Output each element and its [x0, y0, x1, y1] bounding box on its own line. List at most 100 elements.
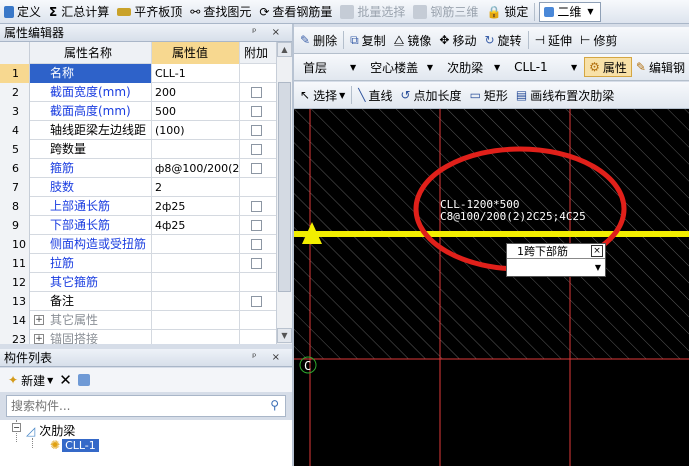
component-select[interactable]: CLL-1 ▼ [509, 57, 582, 77]
property-add [240, 140, 276, 159]
property-row[interactable]: 5 跨数量 [0, 140, 276, 159]
property-row[interactable]: 4 轴线距梁左边线距 (100) [0, 121, 276, 140]
property-value[interactable]: CLL-1 [152, 64, 240, 83]
property-row[interactable]: 13 备注 [0, 292, 276, 311]
align-slab-top-button[interactable]: 平齐板顶 [113, 1, 186, 23]
select-button[interactable]: ↖ 选择 ▼ [296, 84, 349, 106]
property-value[interactable]: 200 [152, 83, 240, 102]
scroll-up-icon[interactable]: ▲ [277, 42, 292, 57]
row-number: 12 [0, 273, 30, 292]
component-search: ⚲ [6, 395, 286, 417]
rectangle-button[interactable]: ▭ 矩形 [466, 84, 512, 106]
search-icon[interactable]: ⚲ [270, 398, 279, 412]
define-button[interactable]: 定义 [0, 1, 45, 23]
close-icon[interactable]: × [591, 245, 603, 257]
property-value[interactable]: 2 [152, 178, 240, 197]
rib-beam[interactable] [294, 231, 689, 237]
category-select[interactable]: 空心楼盖 ▼ [365, 57, 438, 77]
property-row[interactable]: 23 + 锚固搭接 [0, 330, 276, 344]
property-value[interactable] [152, 273, 240, 292]
property-name-text: 其它箍筋 [50, 275, 99, 289]
mirror-button[interactable]: ⧋ 镜像 [390, 29, 436, 51]
add-checkbox[interactable] [251, 258, 262, 269]
property-value[interactable] [152, 235, 240, 254]
tree-node-child[interactable]: ✺ CLL-1 [50, 438, 99, 452]
property-value[interactable]: 4ф25 [152, 216, 240, 235]
batch-select-button[interactable]: 批量选择 [336, 1, 409, 23]
property-row[interactable]: 9 下部通长筋 4ф25 [0, 216, 276, 235]
add-checkbox[interactable] [251, 163, 262, 174]
property-value[interactable] [152, 311, 240, 330]
add-checkbox[interactable] [251, 125, 262, 136]
property-label: 属性 [602, 60, 627, 75]
expand-icon[interactable]: + [34, 334, 44, 344]
add-checkbox[interactable] [251, 106, 262, 117]
edit-rebar-button[interactable]: ✎ 编辑钢 [632, 56, 689, 78]
delete-button[interactable]: ✎ 删除 [296, 29, 341, 51]
scroll-thumb[interactable] [278, 82, 291, 292]
floor-select[interactable]: 首层 ▼ [298, 57, 361, 77]
view-rebar-button[interactable]: ⟳ 查看钢筋量 [255, 1, 336, 23]
add-checkbox[interactable] [251, 220, 262, 231]
property-value[interactable] [152, 140, 240, 159]
rotate-button[interactable]: ↻ 旋转 [480, 29, 525, 51]
property-row[interactable]: 12 其它箍筋 [0, 273, 276, 292]
expand-icon[interactable]: + [34, 315, 44, 325]
add-checkbox[interactable] [251, 239, 262, 250]
property-row[interactable]: 1 名称 CLL-1 [0, 64, 276, 83]
property-value[interactable] [152, 292, 240, 311]
add-checkbox[interactable] [251, 201, 262, 212]
summary-calc-button[interactable]: Σ 汇总计算 [45, 1, 113, 23]
find-element-button[interactable]: ⚯ 查找图元 [186, 1, 255, 23]
pin-close-icons[interactable]: ᵖ × [252, 27, 286, 38]
copy-button[interactable]: ⧉ 复制 [346, 29, 390, 51]
type-select[interactable]: 次肋梁 ▼ [442, 57, 505, 77]
pin-close-icons-2[interactable]: ᵖ × [252, 352, 286, 363]
trim-button[interactable]: ⊢ 修剪 [576, 29, 621, 51]
add-checkbox[interactable] [251, 144, 262, 155]
rebar-3d-button[interactable]: 钢筋三维 [409, 1, 482, 23]
property-toggle-button[interactable]: ⚙ 属性 [584, 57, 632, 77]
chevron-down-icon[interactable]: ▼ [595, 263, 601, 272]
panel-splitter[interactable] [0, 344, 292, 348]
separator [343, 31, 345, 49]
extend-button[interactable]: ⊣ 延伸 [531, 29, 576, 51]
component-list-title: 构件列表 [4, 351, 53, 365]
delete-component-button[interactable]: ✕ [55, 369, 76, 391]
add-checkbox[interactable] [251, 296, 262, 307]
property-row[interactable]: 8 上部通长筋 2ф25 [0, 197, 276, 216]
property-value[interactable]: 2ф25 [152, 197, 240, 216]
property-add [240, 254, 276, 273]
property-row[interactable]: 7 肢数 2 [0, 178, 276, 197]
lock-button[interactable]: 🔒 锁定 [482, 1, 532, 23]
property-row[interactable]: 3 截面高度(mm) 500 [0, 102, 276, 121]
point-length-button[interactable]: ↺ 点加长度 [396, 84, 465, 106]
collapse-icon[interactable]: − [12, 423, 21, 432]
row-number: 6 [0, 159, 30, 178]
new-component-button[interactable]: ✦ 新建 ▼ [6, 369, 55, 391]
property-value[interactable]: 500 [152, 102, 240, 121]
draw-rib-beam-button[interactable]: ▤ 画线布置次肋梁 [512, 84, 618, 106]
tree-node-parent[interactable]: − ◿ 次肋梁 [12, 422, 75, 439]
scroll-down-icon[interactable]: ▼ [277, 328, 292, 343]
popup-input[interactable]: ▼ [507, 260, 605, 276]
property-row[interactable]: 2 截面宽度(mm) 200 [0, 83, 276, 102]
property-row[interactable]: 11 拉筋 [0, 254, 276, 273]
property-name: 箍筋 [30, 159, 152, 178]
line-button[interactable]: ╲ 直线 [354, 84, 396, 106]
property-value[interactable] [152, 254, 240, 273]
property-scrollbar[interactable]: ▲ ▼ [276, 42, 292, 344]
property-value[interactable] [152, 330, 240, 344]
property-value[interactable]: ф8@100/200(2 [152, 159, 240, 178]
search-input[interactable] [7, 396, 257, 416]
component-toolbar: ✦ 新建 ▼ ✕ [0, 368, 292, 392]
property-row[interactable]: 14 + 其它属性 [0, 311, 276, 330]
move-button[interactable]: ✥ 移动 [435, 29, 480, 51]
copy-component-button[interactable] [76, 369, 95, 391]
drawing-canvas[interactable]: C CLL-1200*500 C8@100/200(2)2C25;4C25 1跨… [294, 109, 689, 466]
property-value[interactable]: (100) [152, 121, 240, 140]
add-checkbox[interactable] [251, 87, 262, 98]
property-row[interactable]: 10 侧面构造或受扭筋 [0, 235, 276, 254]
view-mode-select[interactable]: 二维 ▼ [539, 1, 602, 22]
property-row[interactable]: 6 箍筋 ф8@100/200(2 [0, 159, 276, 178]
